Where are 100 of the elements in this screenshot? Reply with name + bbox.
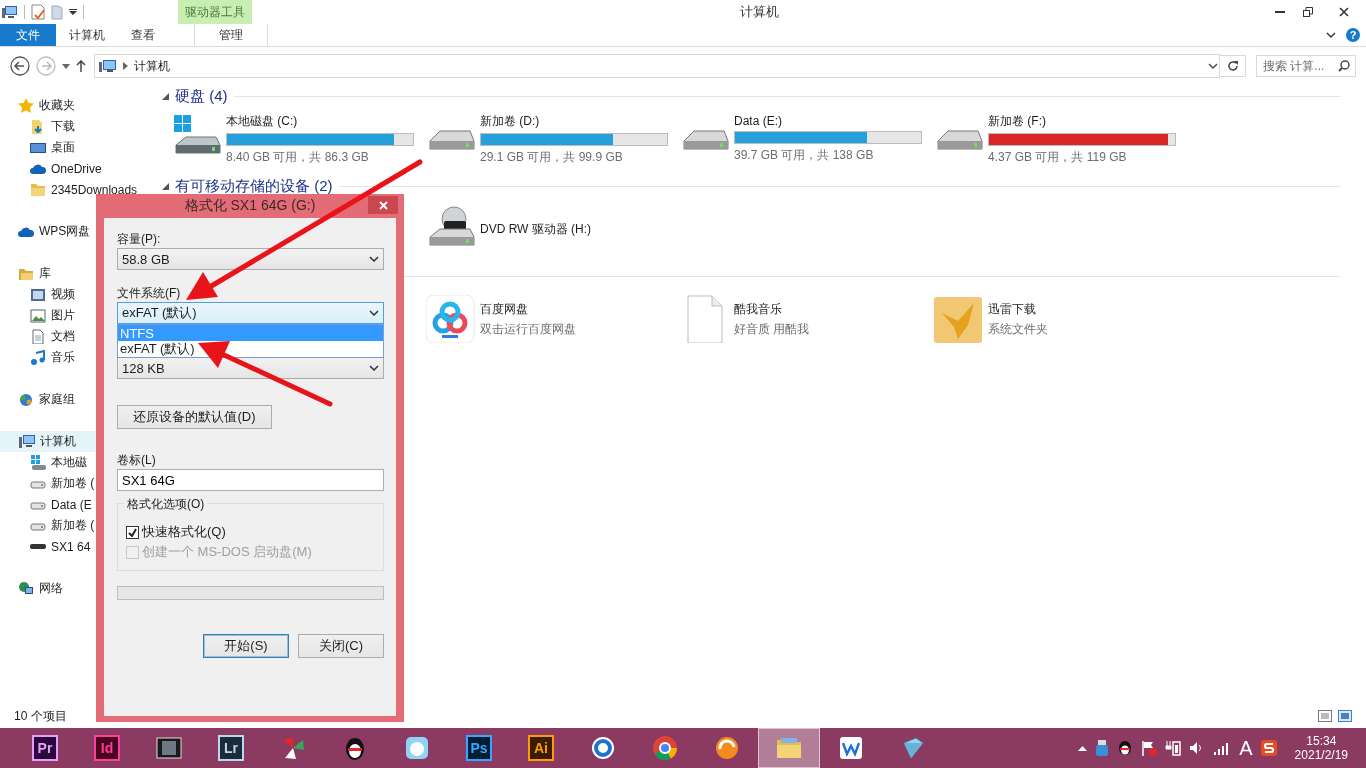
recent-button[interactable] [62, 63, 70, 69]
app-badge-icon: Pr [32, 735, 58, 761]
group-header[interactable]: 硬盘 (4) [175, 86, 228, 106]
cloud-app-icon [426, 295, 476, 343]
network-icon [18, 581, 34, 596]
computer-icon[interactable] [2, 5, 18, 19]
taskbar-app[interactable]: Id [76, 728, 138, 768]
refresh-button[interactable] [1220, 55, 1246, 77]
taskbar-app[interactable]: Ai [510, 728, 572, 768]
forward-icon [36, 56, 56, 76]
close-button[interactable] [368, 196, 398, 214]
item-detail: 4.37 GB 可用，共 119 GB [988, 148, 1128, 166]
taskbar-app[interactable]: Lr [200, 728, 262, 768]
dropdown-icon [369, 365, 379, 371]
sidebar-item[interactable]: 收藏夹 [0, 95, 152, 116]
dropdown-icon [369, 310, 379, 316]
usb-drive-icon [30, 544, 46, 549]
item-name: Data (E:) [734, 114, 783, 128]
folder-item[interactable]: 迅雷下载 系统文件夹 [934, 293, 1188, 345]
address-bar[interactable]: 计算机 [94, 54, 1220, 78]
icons-view-icon[interactable] [1338, 710, 1352, 722]
dropdown[interactable]: 58.8 GB [117, 248, 384, 270]
refresh-icon [1226, 60, 1239, 72]
dropdown[interactable]: exFAT (默认) [117, 302, 384, 324]
desktop-icon [30, 140, 46, 155]
item-name: 百度网盘 [480, 300, 529, 318]
search-field[interactable]: 搜索 计算... [1256, 55, 1356, 77]
sidebar-item[interactable]: 桌面 [0, 137, 152, 158]
device-item[interactable]: DVD RW 驱动器 (H:) [426, 203, 680, 255]
group-header[interactable]: 有可移动存储的设备 (2) [175, 176, 333, 196]
drive-item[interactable]: 本地磁盘 (C:) 8.40 GB 可用，共 86.3 GB [172, 113, 426, 165]
bird-folder-icon [934, 295, 984, 343]
drive-item[interactable]: 新加卷 (D:) 29.1 GB 可用，共 99.9 GB [426, 113, 680, 165]
star-icon [18, 98, 34, 113]
minimize-icon [1275, 11, 1285, 13]
close-dialog-button[interactable]: 关闭(C) [298, 634, 384, 658]
checkbox[interactable] [126, 525, 139, 539]
item-detail: 双击运行百度网盘 [480, 320, 576, 338]
field-label: 文件系统(F) [117, 284, 181, 302]
folder-item[interactable]: 酷我音乐 好音质 用酷我 [680, 293, 934, 345]
chevron-icon[interactable] [1326, 32, 1336, 38]
dropdown-option[interactable]: exFAT (默认) [118, 341, 383, 357]
video-icon [30, 287, 46, 302]
sidebar-item[interactable]: 下载 [0, 116, 152, 137]
music-note-icon [30, 350, 46, 365]
input-indicator[interactable]: A [1239, 736, 1253, 760]
help-button[interactable]: ? [1346, 28, 1360, 42]
details-view-icon[interactable] [1318, 710, 1332, 722]
item-name: 新加卷 (D:) [480, 112, 541, 130]
show-hidden-icon[interactable] [1078, 745, 1088, 751]
up-button[interactable] [76, 60, 86, 72]
windows-drive-icon [30, 455, 46, 470]
ribbon-tab[interactable]: 查看 [118, 24, 168, 46]
item-detail: 39.7 GB 可用，共 138 GB [734, 147, 875, 164]
taskbar-app[interactable]: Ps [448, 728, 510, 768]
film-icon [156, 735, 182, 761]
item-detail: 系统文件夹 [988, 320, 1048, 338]
ribbon-tab[interactable]: 计算机 [56, 24, 118, 46]
back-icon [10, 56, 30, 76]
penguin-icon[interactable] [1117, 740, 1134, 756]
volume-label-field[interactable]: SX1 64G [117, 469, 384, 491]
context-tab-header: 驱动器工具 [178, 0, 252, 24]
app-badge-icon: Ai [528, 735, 554, 761]
collapse-icon[interactable] [162, 182, 169, 190]
clock-date[interactable]: 2021/2/19 [1294, 748, 1348, 762]
document-app-icon [838, 735, 864, 761]
caret-icon[interactable] [69, 9, 77, 15]
battery-icon[interactable] [1165, 740, 1182, 756]
file-tab[interactable]: 文件 [0, 24, 56, 46]
folder-item[interactable]: 百度网盘 双击运行百度网盘 [426, 293, 680, 345]
dropdown-icon [1207, 61, 1219, 71]
folder-icon [776, 735, 802, 761]
dialog-title: 格式化 SX1 64G (G:) [184, 197, 316, 215]
back-button[interactable] [10, 56, 30, 76]
window-title: 计算机 [738, 3, 780, 21]
properties-icon[interactable] [31, 4, 45, 20]
usb-icon[interactable] [1095, 740, 1110, 756]
app-badge-icon: Ps [466, 735, 492, 761]
restore-defaults-button[interactable]: 还原设备的默认值(D) [117, 405, 272, 429]
field-label: 容量(P): [117, 230, 161, 248]
sidebar-item[interactable]: OneDrive [0, 158, 152, 179]
picture-icon [30, 308, 46, 323]
dropdown-icon [369, 256, 379, 262]
item-name: 新加卷 (F:) [988, 112, 1047, 130]
flag-error-icon[interactable] [1141, 740, 1158, 756]
start-button[interactable]: 开始(S) [203, 634, 289, 658]
ring-icon [590, 735, 616, 761]
collapse-icon[interactable] [162, 92, 169, 100]
taskbar-app[interactable]: Pr [14, 728, 76, 768]
item-count: 10 个项目 [14, 707, 67, 725]
chrome-icon [652, 735, 678, 761]
item-detail: 29.1 GB 可用，共 99.9 GB [480, 148, 624, 166]
drive-item[interactable]: 新加卷 (F:) 4.37 GB 可用，共 119 GB [934, 113, 1188, 165]
check-icon [128, 527, 137, 537]
clock-time[interactable]: 15:34 [1306, 734, 1337, 748]
computer-icon [19, 434, 35, 449]
caret-icon [62, 63, 70, 69]
drive-item[interactable]: Data (E:) 39.7 GB 可用，共 138 GB [680, 113, 934, 165]
up-icon [76, 60, 86, 72]
input-method-icon[interactable] [1260, 740, 1277, 756]
